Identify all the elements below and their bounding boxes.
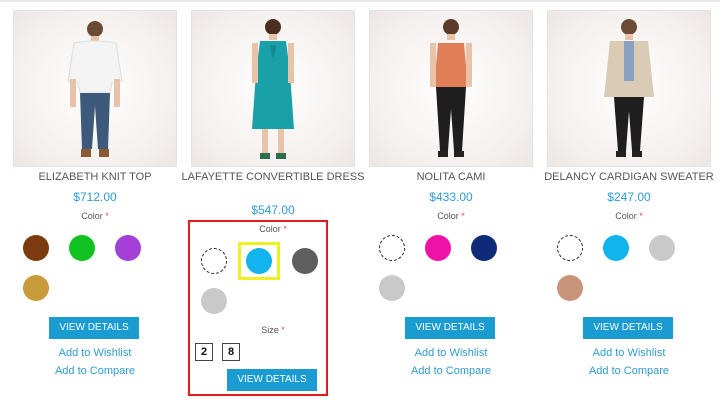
product-image[interactable] [13, 10, 177, 167]
required-marker: * [105, 211, 109, 221]
add-to-wishlist-link[interactable]: Add to Wishlist [13, 347, 177, 359]
required-marker: * [639, 211, 643, 221]
color-swatch-blue[interactable] [603, 235, 629, 261]
view-details-button[interactable]: VIEW DETAILS [583, 317, 673, 339]
color-label: Color * [615, 211, 643, 221]
color-swatch-light-gray[interactable] [649, 235, 675, 261]
color-swatch-purple[interactable] [115, 235, 141, 261]
color-swatch-navy[interactable] [471, 235, 497, 261]
top-divider [0, 0, 720, 2]
color-swatch-white[interactable] [557, 235, 583, 261]
highlight-box [188, 220, 328, 396]
product-price: $712.00 [73, 190, 117, 204]
product-name[interactable]: ELIZABETH KNIT TOP [3, 170, 187, 184]
color-swatch-brown[interactable] [23, 235, 49, 261]
product-name[interactable]: DELANCY CARDIGAN SWEATER [537, 170, 720, 184]
product-price: $247.00 [607, 190, 651, 204]
product-image[interactable] [369, 10, 533, 167]
view-details-button[interactable]: VIEW DETAILS [49, 317, 139, 339]
product-image[interactable] [547, 10, 711, 167]
color-swatch-green[interactable] [69, 235, 95, 261]
add-to-wishlist-link[interactable]: Add to Wishlist [547, 347, 711, 359]
color-label: Color * [437, 211, 465, 221]
color-swatch-white[interactable] [379, 235, 405, 261]
add-to-compare-link[interactable]: Add to Compare [13, 365, 177, 377]
color-swatch-mustard[interactable] [23, 275, 49, 301]
add-to-wishlist-link[interactable]: Add to Wishlist [369, 347, 533, 359]
product-price: $433.00 [429, 190, 473, 204]
add-to-compare-link[interactable]: Add to Compare [547, 365, 711, 377]
product-image[interactable] [191, 10, 355, 167]
color-swatch-light-gray[interactable] [379, 275, 405, 301]
color-swatch-tan[interactable] [557, 275, 583, 301]
color-label: Color * [81, 211, 109, 221]
add-to-compare-link[interactable]: Add to Compare [369, 365, 533, 377]
product-name[interactable]: LAFAYETTE CONVERTIBLE DRESS [181, 170, 365, 184]
product-price: $547.00 [251, 203, 295, 217]
color-swatch-magenta[interactable] [425, 235, 451, 261]
product-name[interactable]: NOLITA CAMI [359, 170, 543, 184]
required-marker: * [461, 211, 465, 221]
view-details-button[interactable]: VIEW DETAILS [405, 317, 495, 339]
